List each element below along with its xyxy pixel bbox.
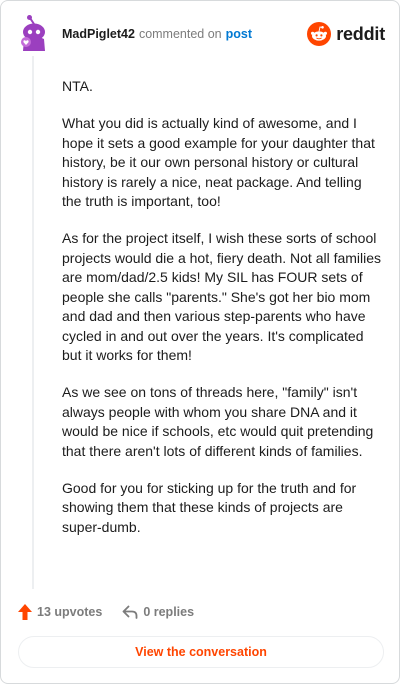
comment-paragraph: As for the project itself, I wish these … (62, 230, 382, 363)
comment-paragraph: As we see on tons of threads here, "fami… (62, 384, 374, 459)
reply-arrow-icon (122, 605, 138, 619)
upvote-button[interactable]: 13 upvotes (18, 604, 102, 620)
reddit-brand[interactable]: reddit (307, 21, 385, 47)
post-link[interactable]: post (226, 27, 252, 41)
reddit-logo-icon (307, 22, 332, 46)
upvote-count: 13 upvotes (37, 605, 103, 619)
comment-actions: 13 upvotes 0 replies (18, 601, 194, 623)
comment-card: MadPiglet42 commented on post reddit NTA. … (0, 0, 400, 684)
view-conversation-button[interactable]: View the conversation (18, 636, 384, 668)
comment-body: NTA. What you did is actually kind of aw… (62, 77, 382, 555)
comment-paragraph: NTA. (62, 78, 93, 94)
comment-paragraph: Good for you for sticking up for the tru… (62, 479, 357, 535)
avatar-icon[interactable] (17, 15, 51, 51)
author-line: MadPiglet42 commented on post (62, 27, 252, 41)
comment-header: MadPiglet42 commented on post reddit (15, 15, 385, 55)
upvote-arrow-icon (18, 604, 32, 620)
replies-count: 0 replies (143, 605, 195, 619)
replies-button[interactable]: 0 replies (122, 605, 194, 619)
thread-line (32, 56, 34, 589)
commented-on-text: commented on (138, 27, 222, 41)
reddit-wordmark: reddit (336, 23, 385, 44)
author-name[interactable]: MadPiglet42 (62, 27, 135, 41)
comment-paragraph: What you did is actually kind of awesome… (62, 115, 375, 209)
